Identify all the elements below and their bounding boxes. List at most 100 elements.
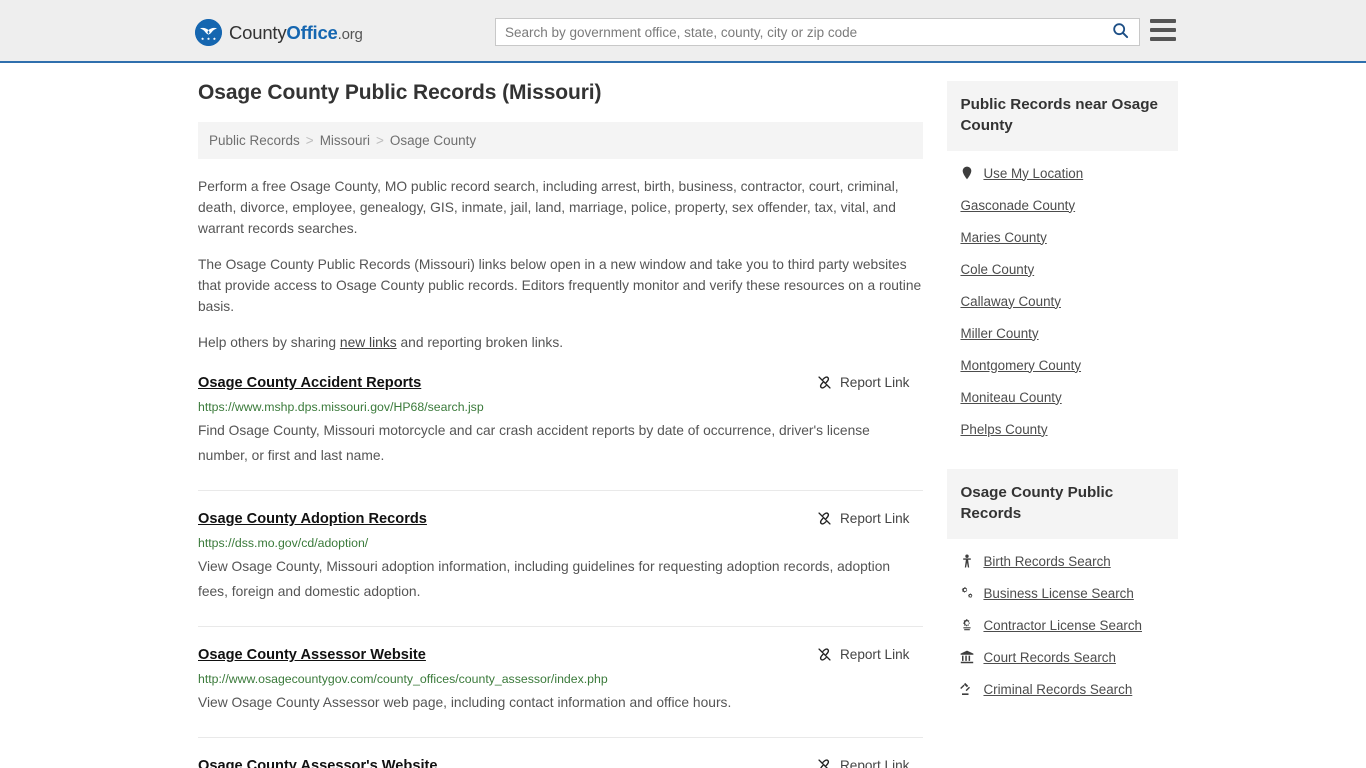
result-title-link[interactable]: Osage County Adoption Records [198, 511, 427, 527]
new-links-link[interactable]: new links [340, 335, 397, 350]
nearby-county-item[interactable]: Phelps County [947, 413, 1178, 445]
broken-link-icon [817, 647, 832, 662]
page-title: Osage County Public Records (Missouri) [198, 81, 602, 104]
nearby-records-heading: Public Records near Osage County [947, 81, 1178, 151]
nearby-county-link[interactable]: Maries County [960, 230, 1046, 245]
nearby-county-link[interactable]: Miller County [960, 326, 1038, 341]
breadcrumb-item-osage-county: Osage County [389, 133, 477, 148]
county-records-list: Birth Records Search Business License Sea… [947, 539, 1178, 705]
result-url: https://www.mshp.dps.missouri.gov/HP68/s… [198, 400, 484, 414]
eagle-shield-icon [195, 19, 222, 46]
record-search-link[interactable]: Business License Search [983, 586, 1133, 601]
result-item: Osage County Assessor's Website Report Li… [198, 738, 923, 768]
search-bar [495, 18, 1140, 46]
intro-paragraph-2: The Osage County Public Records (Missour… [198, 257, 922, 314]
result-title-link[interactable]: Osage County Assessor's Website [198, 758, 438, 768]
bank-icon [960, 650, 974, 664]
result-title-link[interactable]: Osage County Assessor Website [198, 647, 426, 663]
breadcrumb: Public Records > Missouri > Osage County [198, 122, 924, 159]
breadcrumb-separator-2: > [375, 133, 384, 148]
record-search-item[interactable]: Birth Records Search [947, 545, 1178, 577]
nearby-county-item[interactable]: Cole County [947, 253, 1178, 285]
result-url: https://dss.mo.gov/cd/adoption/ [198, 536, 369, 550]
county-records-heading: Osage County Public Records [947, 469, 1178, 539]
page-body: Osage County Public Records (Missouri) P… [0, 63, 1366, 768]
breadcrumb-item-missouri[interactable]: Missouri [320, 133, 370, 148]
gavel-icon [960, 682, 974, 696]
nearby-county-link[interactable]: Use My Location [983, 166, 1083, 181]
site-header: CountyOffice.org [0, 0, 1366, 63]
intro-paragraph-1: Perform a free Osage County, MO public r… [198, 179, 899, 236]
site-logo[interactable]: CountyOffice.org [195, 19, 363, 46]
county-records-panel: Osage County Public Records Birth Record… [947, 469, 1178, 705]
broken-link-icon [817, 375, 832, 390]
nearby-county-link[interactable]: Moniteau County [960, 390, 1061, 405]
result-title-link[interactable]: Osage County Accident Reports [198, 375, 421, 391]
nearby-county-link[interactable]: Cole County [960, 262, 1034, 277]
report-link-label: Report Link [839, 647, 910, 662]
record-search-link[interactable]: Court Records Search [983, 650, 1115, 665]
nearby-county-link[interactable]: Gasconade County [960, 198, 1075, 213]
logo-wordmark: CountyOffice.org [229, 22, 363, 44]
result-item: Osage County Adoption Records Report Link… [198, 491, 924, 627]
breadcrumb-item-public-records[interactable]: Public Records [209, 133, 300, 148]
help-share-line: Help others by sharing new links and rep… [198, 332, 923, 353]
broken-link-icon [817, 511, 832, 526]
result-description: Find Osage County, Missouri motorcycle a… [198, 423, 870, 463]
menu-bar-2 [1150, 28, 1176, 32]
search-input[interactable] [496, 19, 1101, 45]
help-prefix: Help others by sharing [198, 335, 340, 350]
nearby-county-item[interactable]: Use My Location [947, 157, 1178, 189]
record-search-link[interactable]: Birth Records Search [983, 554, 1110, 569]
record-search-item[interactable]: Criminal Records Search [947, 673, 1178, 705]
result-description: View Osage County Assessor web page, inc… [198, 695, 732, 710]
menu-bar-3 [1150, 37, 1176, 41]
nearby-county-item[interactable]: Moniteau County [947, 381, 1178, 413]
result-url: http://www.osagecountygov.com/county_off… [198, 672, 608, 686]
nearby-county-item[interactable]: Gasconade County [947, 189, 1178, 221]
report-link-button[interactable]: Report Link [817, 375, 924, 390]
logo-text-org: .org [337, 25, 363, 43]
nearby-county-item[interactable]: Maries County [947, 221, 1178, 253]
record-search-link[interactable]: Contractor License Search [983, 618, 1142, 633]
nearby-records-panel: Public Records near Osage County Use My … [947, 81, 1178, 445]
sidebar: Public Records near Osage County Use My … [947, 81, 1178, 768]
cogs-icon [960, 586, 974, 600]
breadcrumb-separator-1: > [305, 133, 314, 148]
map-pin-icon [960, 166, 974, 180]
nearby-county-link[interactable]: Phelps County [960, 422, 1047, 437]
result-header: Osage County Accident Reports Report Link [198, 375, 923, 391]
result-item: Osage County Assessor Website Report Link… [198, 627, 924, 738]
logo-text-office: Office [286, 21, 338, 43]
content-container: Osage County Public Records (Missouri) P… [188, 81, 1178, 768]
result-description: View Osage County, Missouri adoption inf… [198, 559, 891, 599]
search-button[interactable] [1101, 19, 1139, 45]
nearby-county-link[interactable]: Montgomery County [960, 358, 1081, 373]
baby-icon [960, 554, 974, 568]
nearby-county-item[interactable]: Montgomery County [947, 349, 1178, 381]
menu-bar-1 [1150, 19, 1176, 23]
record-search-link[interactable]: Criminal Records Search [983, 682, 1132, 697]
report-link-button[interactable]: Report Link [817, 758, 924, 768]
record-search-item[interactable]: Court Records Search [947, 641, 1178, 673]
nearby-county-link[interactable]: Callaway County [960, 294, 1060, 309]
help-suffix: and reporting broken links. [396, 335, 564, 350]
record-search-item[interactable]: Contractor License Search [947, 609, 1178, 641]
report-link-button[interactable]: Report Link [817, 647, 924, 662]
hamburger-menu-icon[interactable] [1150, 19, 1176, 41]
record-search-item[interactable]: Business License Search [947, 577, 1178, 609]
report-link-button[interactable]: Report Link [817, 511, 924, 526]
gear-icon [960, 618, 974, 632]
search-icon [1112, 22, 1129, 42]
report-link-label: Report Link [839, 758, 910, 768]
nearby-county-item[interactable]: Miller County [947, 317, 1178, 349]
nearby-county-item[interactable]: Callaway County [947, 285, 1178, 317]
report-link-label: Report Link [839, 375, 910, 390]
results-list: Osage County Accident Reports Report Link… [198, 375, 924, 768]
result-header: Osage County Adoption Records Report Link [198, 511, 923, 527]
result-item: Osage County Accident Reports Report Link… [198, 375, 924, 491]
broken-link-icon [817, 758, 832, 768]
report-link-label: Report Link [839, 511, 910, 526]
result-header: Osage County Assessor's Website Report Li… [198, 758, 923, 768]
main-column: Osage County Public Records (Missouri) P… [198, 81, 924, 768]
